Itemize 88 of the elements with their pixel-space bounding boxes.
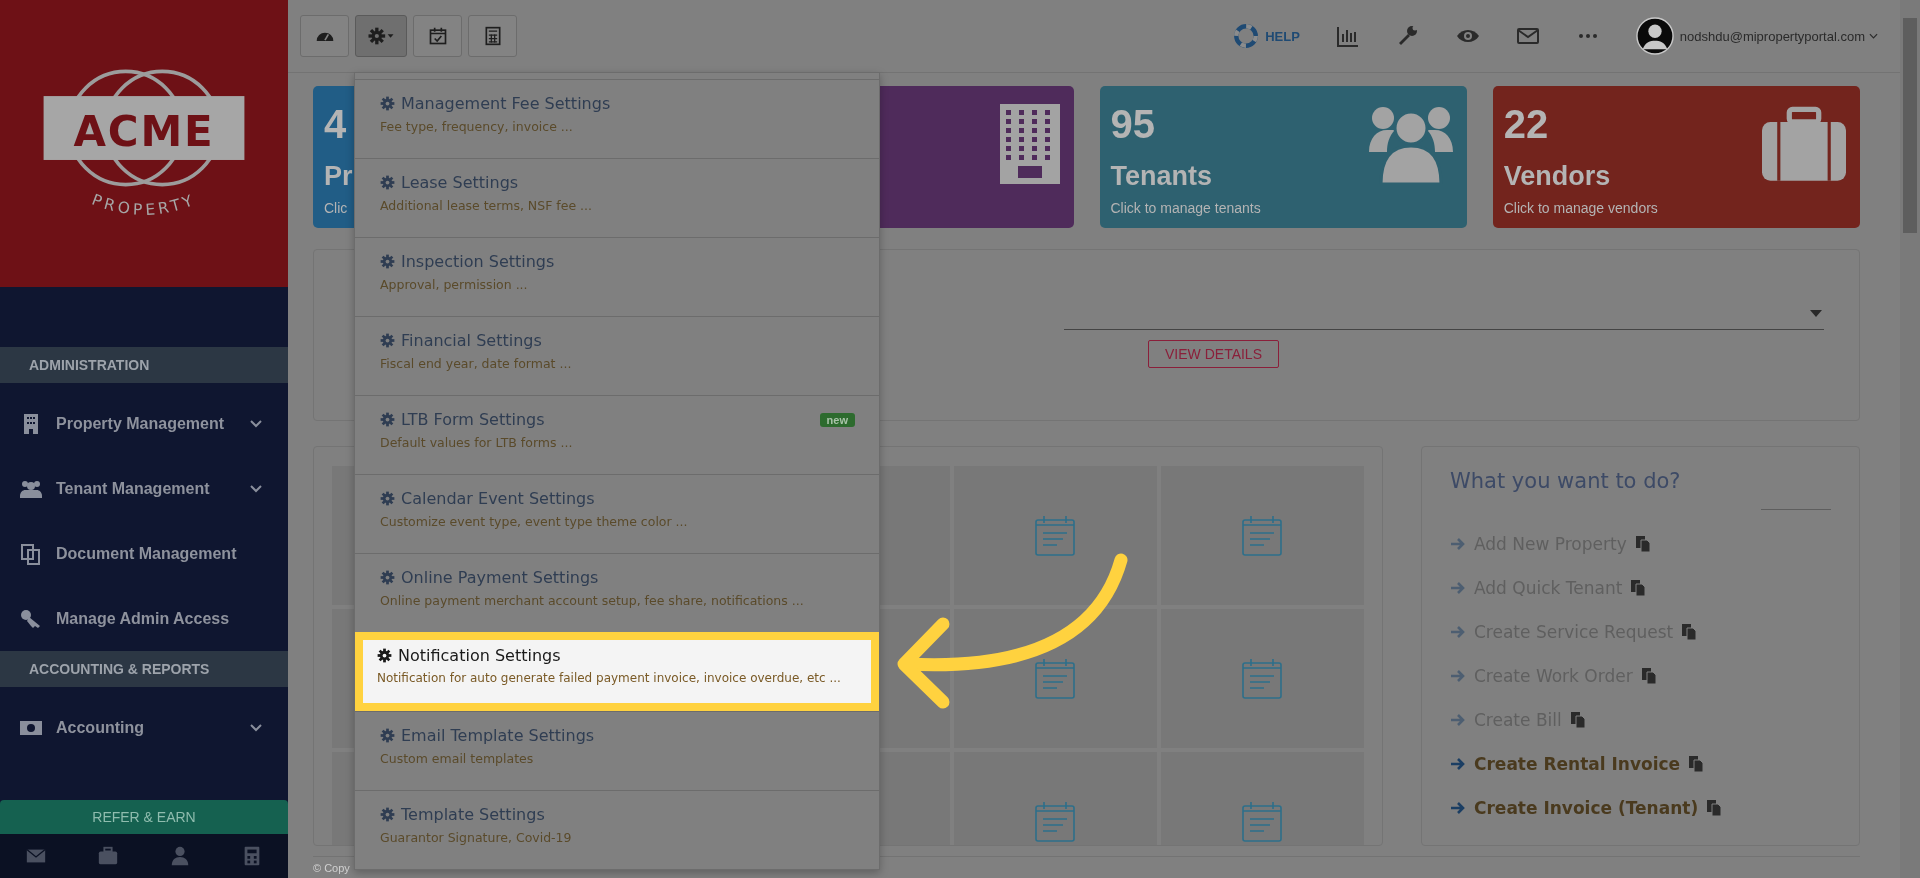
copyright-text: © Copy <box>313 861 350 874</box>
notepad-icon <box>1241 800 1284 843</box>
gear-icon <box>380 807 395 822</box>
users-icon <box>1368 104 1453 184</box>
chart-icon[interactable] <box>1335 24 1360 48</box>
caret-icon <box>1810 309 1822 317</box>
user-email[interactable]: nodshdu@mipropertyportal.com <box>1679 28 1865 44</box>
notepad-icon <box>1034 514 1077 557</box>
copy-icon <box>1634 535 1651 554</box>
briefcase-icon[interactable] <box>97 845 119 867</box>
calendar-tile[interactable] <box>1160 609 1364 749</box>
caret-icon[interactable] <box>1869 33 1878 39</box>
sidebar-item[interactable]: Document Management <box>0 521 288 586</box>
card-title: Vendors <box>1503 160 1612 193</box>
chevron-down-icon <box>250 484 262 493</box>
avatar-icon[interactable] <box>1635 17 1674 55</box>
section-header: ADMINISTRATION <box>0 347 288 383</box>
view-details-button[interactable]: VIEW DETAILS <box>1148 340 1279 368</box>
notepad-icon <box>1034 657 1077 700</box>
help-link[interactable]: HELP <box>1233 23 1300 49</box>
stat-card[interactable]: 22 Vendors Click to manage vendors <box>1492 86 1860 228</box>
settings-menu-item[interactable]: Lease Settings Additional lease terms, NSF fee ... <box>355 158 879 237</box>
copy-icon <box>1640 667 1657 686</box>
quick-action-link[interactable]: Create Invoice (Tenant) <box>1450 786 1831 831</box>
settings-icon <box>366 26 396 46</box>
chevron-down-icon <box>250 723 262 732</box>
calendar-button[interactable] <box>413 15 462 57</box>
calculator-button[interactable] <box>468 15 517 57</box>
sidebar-item[interactable]: Manage Admin Access <box>0 586 288 651</box>
user-icon[interactable] <box>169 845 191 867</box>
settings-menu-item[interactable]: LTB Form Settings new Default values for LTB forms ... <box>355 395 879 474</box>
documents-icon <box>19 541 43 566</box>
card-subtitle: Click to manage tenants <box>1110 199 1261 218</box>
chevron-down-icon <box>250 419 262 428</box>
settings-menu-item[interactable]: Management Fee Settings Fee type, frequency, invoice ... <box>355 79 879 158</box>
gear-icon <box>380 570 395 585</box>
gear-icon <box>380 728 395 743</box>
sidebar-item[interactable]: Tenant Management <box>0 456 288 521</box>
card-title: Tenants <box>1110 160 1213 193</box>
gear-icon <box>377 648 392 663</box>
copy-icon <box>1688 755 1705 774</box>
quick-action-label[interactable]: Create Invoice (Tenant) <box>1474 798 1699 819</box>
notepad-icon <box>1241 657 1284 700</box>
building-icon <box>999 104 1060 184</box>
settings-menu-item[interactable]: Calendar Event Settings Customize event type, event type theme color ... <box>355 474 879 553</box>
calendar-tile[interactable] <box>953 609 1157 749</box>
card-number: 22 <box>1503 101 1550 148</box>
card-subtitle: Clic <box>324 199 349 218</box>
stat-card[interactable]: 95 Tenants Click to manage tenants <box>1099 86 1467 228</box>
sidebar-item[interactable]: Accounting <box>0 695 288 760</box>
copy-icon <box>1630 579 1647 598</box>
gear-icon <box>380 254 395 269</box>
dashboard-button[interactable] <box>300 15 349 57</box>
settings-menu-item[interactable]: Notification Settings Notification for auto generate failed payment invoice, invoice overdue, etc ... <box>355 632 879 711</box>
settings-button[interactable] <box>355 15 407 57</box>
notepad-icon <box>1241 514 1284 557</box>
briefcase-icon <box>1762 104 1846 184</box>
gear-icon <box>380 96 395 111</box>
copy-icon <box>1706 799 1723 818</box>
lifebuoy-icon <box>1233 23 1260 49</box>
gear-icon <box>380 175 395 190</box>
settings-menu-item[interactable]: Inspection Settings Approval, permission ... <box>355 237 879 316</box>
calendar-icon <box>427 26 448 46</box>
copy-icon <box>1569 711 1586 730</box>
quick-action-label[interactable]: Create Rental Invoice <box>1474 754 1681 775</box>
acme-logo: ACME PROPERTY <box>39 54 249 233</box>
gear-icon <box>380 333 395 348</box>
refer-earn-button[interactable]: REFER & EARN <box>0 800 288 834</box>
scrollbar[interactable] <box>1900 0 1920 878</box>
settings-menu-item[interactable]: Financial Settings Fiscal end year, date format ... <box>355 316 879 395</box>
gear-icon <box>380 491 395 506</box>
card-title: Pr <box>324 160 353 193</box>
section-header: ACCOUNTING & REPORTS <box>0 651 288 687</box>
copy-icon <box>1681 623 1698 642</box>
calendar-tile[interactable] <box>1160 466 1364 606</box>
card-number: 95 <box>1110 101 1156 148</box>
new-badge: new <box>819 412 855 427</box>
card-subtitle: Click to manage vendors <box>1503 199 1658 218</box>
calendar-tile[interactable] <box>953 466 1157 606</box>
settings-menu-item[interactable]: Template Settings Guarantor Signature, Covid-19 <box>355 790 879 869</box>
quick-action-link[interactable]: Create Rental Invoice <box>1450 742 1831 787</box>
gear-icon <box>380 412 395 427</box>
settings-menu-item[interactable]: Email Template Settings Custom email templates <box>355 711 879 790</box>
card-number: 4 <box>324 101 348 148</box>
help-label[interactable]: HELP <box>1265 28 1300 44</box>
notepad-icon <box>1034 800 1077 843</box>
panel-title: What you want to do? <box>1450 469 1682 494</box>
sidebar-item[interactable]: Property Management <box>0 391 288 456</box>
